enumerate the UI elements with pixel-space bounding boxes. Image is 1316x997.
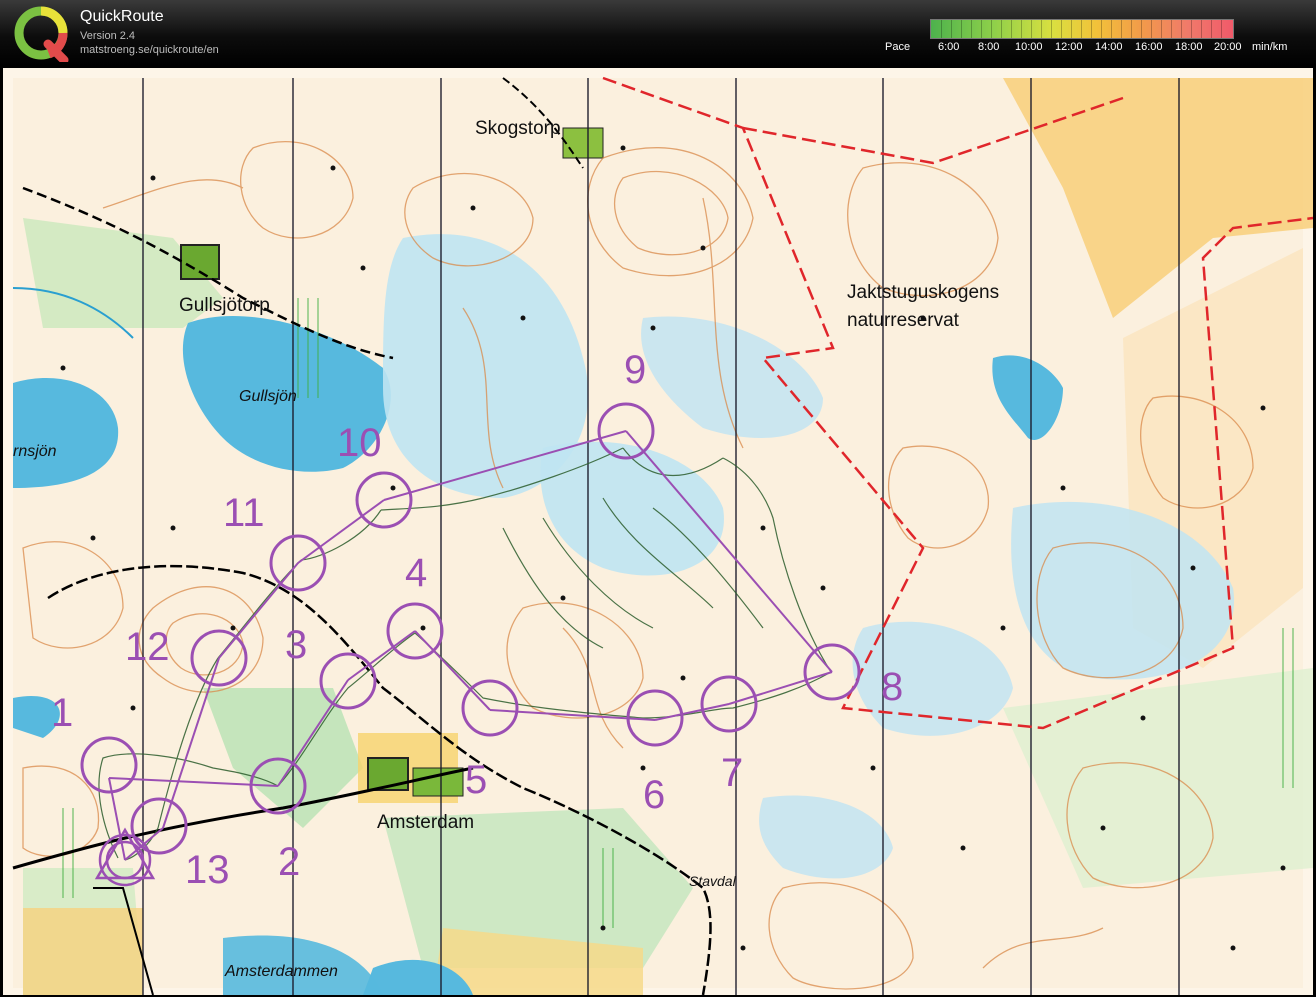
pace-scale-cell bbox=[990, 20, 992, 38]
control-number-7: 7 bbox=[721, 751, 743, 795]
pace-label: Pace bbox=[885, 41, 911, 53]
place-name: rnsjön bbox=[13, 443, 57, 460]
pace-tick: 12:00 bbox=[1055, 41, 1083, 53]
quickroute-logo-icon bbox=[14, 6, 69, 62]
pace-scale-cell bbox=[1200, 20, 1202, 38]
pace-tick: 8:00 bbox=[978, 41, 1000, 53]
pace-tick: 20:00 bbox=[1214, 41, 1242, 53]
pace-scale-cell bbox=[1010, 20, 1012, 38]
pace-scale-cell bbox=[960, 20, 962, 38]
pace-scale-cell bbox=[1020, 20, 1022, 38]
pace-scale-cell bbox=[1060, 20, 1062, 38]
pace-scale-cell bbox=[1100, 20, 1102, 38]
map-canvas: 1 2 3 4 5 6 7 8 9 10 11 12 13 Skogstorp … bbox=[3, 68, 1313, 995]
pace-scale-cell bbox=[1180, 20, 1182, 38]
pace-scale-cell bbox=[1000, 20, 1002, 38]
pace-scale-cell bbox=[970, 20, 972, 38]
pace-scale-cell bbox=[1120, 20, 1122, 38]
place-name: Jaktstuguskogens bbox=[847, 282, 999, 303]
place-name: Gullsjön bbox=[239, 388, 297, 405]
control-number-5: 5 bbox=[465, 758, 487, 802]
control-number-13: 13 bbox=[185, 848, 230, 892]
pace-scale-cell bbox=[1090, 20, 1092, 38]
control-number-8: 8 bbox=[881, 665, 903, 709]
control-number-11: 11 bbox=[223, 491, 265, 535]
pace-scale-cell bbox=[1220, 20, 1222, 38]
control-number-3: 3 bbox=[285, 623, 307, 667]
pace-scale-cell bbox=[1160, 20, 1162, 38]
app-url-link[interactable]: matstroeng.se/quickroute/en bbox=[80, 44, 219, 56]
control-number-4: 4 bbox=[405, 551, 427, 595]
place-name: Amsterdammen bbox=[224, 963, 338, 980]
pace-tick: 14:00 bbox=[1095, 41, 1123, 53]
pace-scale-cell bbox=[1030, 20, 1032, 38]
pace-scale-cell bbox=[1050, 20, 1052, 38]
pace-scale-cell bbox=[1190, 20, 1192, 38]
control-number-2: 2 bbox=[278, 840, 300, 884]
pace-scale-cell bbox=[1150, 20, 1152, 38]
place-name: Amsterdam bbox=[377, 812, 474, 833]
pace-tick: 18:00 bbox=[1175, 41, 1203, 53]
pace-scale-cell bbox=[950, 20, 952, 38]
place-name: Gullsjötorp bbox=[179, 295, 270, 316]
pace-color-scale bbox=[930, 19, 1234, 39]
app-header: QuickRoute Version 2.4 matstroeng.se/qui… bbox=[0, 0, 1316, 66]
pace-tick: 10:00 bbox=[1015, 41, 1043, 53]
control-number-12: 12 bbox=[125, 625, 170, 669]
control-number-10: 10 bbox=[337, 421, 382, 465]
pace-scale-cell bbox=[980, 20, 982, 38]
control-number-9: 9 bbox=[624, 348, 646, 392]
control-number-1: 1 bbox=[51, 691, 73, 735]
pace-scale-cell bbox=[1210, 20, 1212, 38]
pace-unit: min/km bbox=[1252, 41, 1288, 53]
pace-scale-cell bbox=[1110, 20, 1112, 38]
place-name: Stavdal bbox=[689, 873, 737, 889]
control-number-6: 6 bbox=[643, 773, 665, 817]
app-title: QuickRoute bbox=[80, 8, 164, 25]
pace-tick: 6:00 bbox=[938, 41, 960, 53]
pace-scale-cell bbox=[1140, 20, 1142, 38]
place-name: naturreservat bbox=[847, 310, 960, 331]
place-name: Skogstorp bbox=[475, 118, 561, 139]
pace-scale-cell bbox=[1170, 20, 1172, 38]
pace-tick: 16:00 bbox=[1135, 41, 1163, 53]
app-version: Version 2.4 bbox=[80, 30, 136, 42]
pace-scale-cell bbox=[1080, 20, 1082, 38]
pace-scale-cell bbox=[1070, 20, 1072, 38]
orienteering-map[interactable]: 1 2 3 4 5 6 7 8 9 10 11 12 13 Skogstorp … bbox=[3, 68, 1313, 995]
pace-scale-cell bbox=[1040, 20, 1042, 38]
pace-scale-cell bbox=[940, 20, 942, 38]
pace-scale-cell bbox=[1130, 20, 1132, 38]
